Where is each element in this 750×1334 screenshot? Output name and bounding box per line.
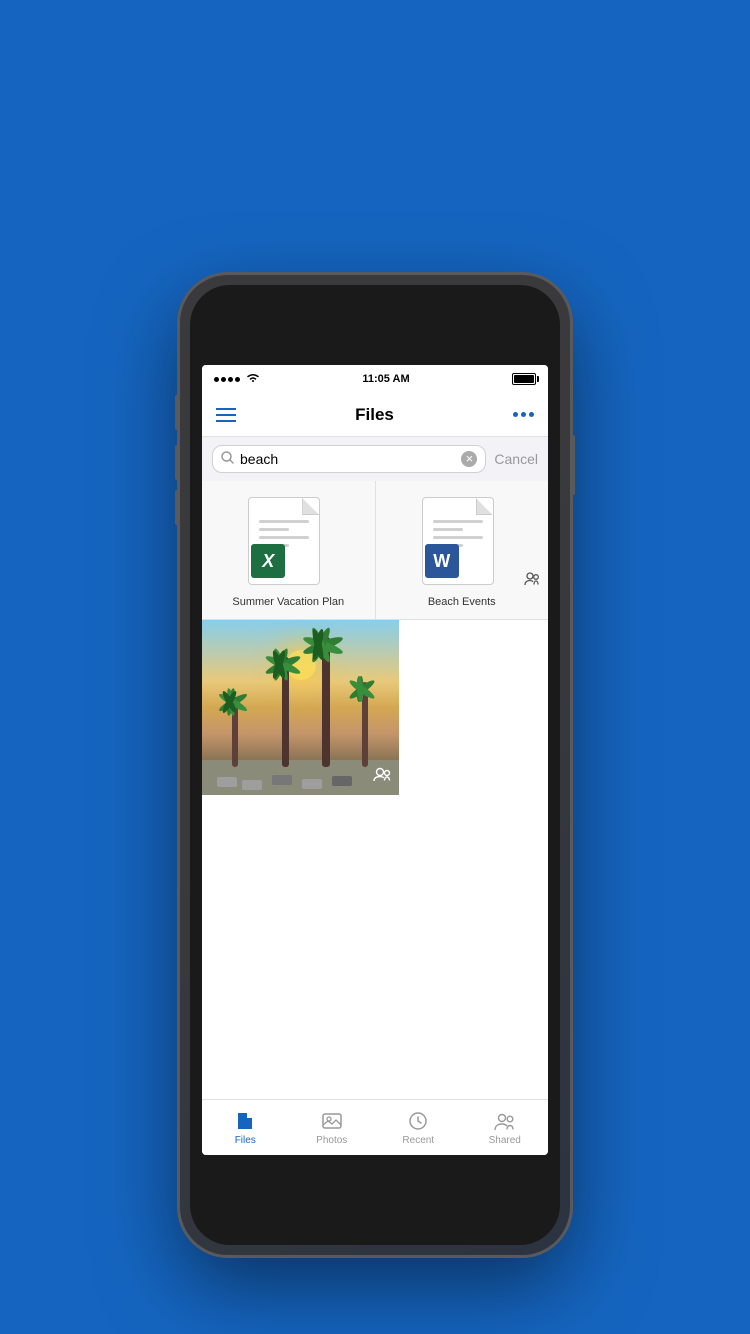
signal-area bbox=[214, 372, 260, 386]
file-item-excel[interactable]: X Summer Vacation Plan bbox=[202, 481, 376, 619]
doc-line-1 bbox=[259, 520, 309, 523]
excel-file-icon: X bbox=[248, 497, 328, 587]
signal-dot-4 bbox=[235, 377, 240, 382]
status-bar: 11:05 AM bbox=[202, 365, 548, 393]
doc-line-w1 bbox=[433, 520, 483, 523]
signal-dot-3 bbox=[228, 377, 233, 382]
nav-title: Files bbox=[355, 405, 394, 425]
word-file-icon: W bbox=[422, 497, 502, 587]
car-1 bbox=[217, 777, 237, 787]
signal-dot-1 bbox=[214, 377, 219, 382]
signal-dot-2 bbox=[221, 377, 226, 382]
palm-tree-1 bbox=[232, 697, 238, 767]
phone-screen: 11:05 AM Files bbox=[202, 365, 548, 1155]
tab-shared-label: Shared bbox=[489, 1135, 521, 1146]
file-item-word[interactable]: W Beach Events bbox=[376, 481, 549, 619]
car-5 bbox=[332, 776, 352, 786]
file-grid: X Summer Vacation Plan bbox=[202, 481, 548, 620]
search-value: beach bbox=[240, 451, 455, 467]
nav-bar: Files bbox=[202, 393, 548, 437]
clock: 11:05 AM bbox=[362, 373, 409, 385]
tab-recent-label: Recent bbox=[402, 1135, 434, 1146]
more-button[interactable] bbox=[513, 412, 534, 417]
tab-files-label: Files bbox=[235, 1135, 256, 1146]
palm-tree-2 bbox=[282, 657, 289, 767]
doc-line-2 bbox=[259, 528, 289, 531]
palm-tree-4 bbox=[362, 682, 368, 767]
beach-photo-item[interactable] bbox=[202, 620, 548, 795]
doc-paper-word: W bbox=[422, 497, 494, 585]
search-clear-button[interactable] bbox=[461, 451, 477, 467]
volume-down-button bbox=[175, 490, 180, 525]
beach-photo bbox=[202, 620, 399, 795]
battery-fill bbox=[514, 375, 534, 383]
shared-badge bbox=[524, 572, 540, 591]
file-name-word: Beach Events bbox=[428, 595, 496, 609]
cancel-button[interactable]: Cancel bbox=[494, 451, 538, 467]
more-dot-2 bbox=[521, 412, 526, 417]
results-area: X Summer Vacation Plan bbox=[202, 481, 548, 1099]
battery-area bbox=[512, 373, 536, 385]
search-icon bbox=[221, 451, 234, 467]
menu-line-2 bbox=[216, 414, 236, 416]
palm-tree-3 bbox=[322, 637, 330, 767]
more-dot-3 bbox=[529, 412, 534, 417]
phone-device: 11:05 AM Files bbox=[180, 275, 570, 1255]
tab-files[interactable]: Files bbox=[202, 1100, 289, 1155]
wifi-icon bbox=[246, 372, 260, 386]
excel-badge: X bbox=[251, 544, 285, 578]
files-icon bbox=[234, 1110, 256, 1132]
tab-shared[interactable]: Shared bbox=[462, 1100, 549, 1155]
doc-line-3 bbox=[259, 536, 309, 539]
tab-recent[interactable]: Recent bbox=[375, 1100, 462, 1155]
search-input-wrap[interactable]: beach bbox=[212, 445, 486, 473]
doc-paper-excel: X bbox=[248, 497, 320, 585]
photo-shared-icon bbox=[373, 767, 391, 787]
car-4 bbox=[302, 779, 322, 789]
battery-icon bbox=[512, 373, 536, 385]
doc-line-w3 bbox=[433, 536, 483, 539]
menu-line-3 bbox=[216, 420, 236, 422]
tab-photos-label: Photos bbox=[316, 1135, 347, 1146]
phone-front: 11:05 AM Files bbox=[190, 285, 560, 1245]
recent-icon bbox=[407, 1110, 429, 1132]
menu-line-1 bbox=[216, 408, 236, 410]
tab-photos[interactable]: Photos bbox=[289, 1100, 376, 1155]
file-name-excel: Summer Vacation Plan bbox=[232, 595, 344, 609]
word-badge: W bbox=[425, 544, 459, 578]
car-2 bbox=[242, 780, 262, 790]
doc-line-w2 bbox=[433, 528, 463, 531]
shared-icon bbox=[494, 1110, 516, 1132]
more-dot-1 bbox=[513, 412, 518, 417]
tab-bar: Files Photos Recent bbox=[202, 1099, 548, 1155]
search-bar-container: beach Cancel bbox=[202, 437, 548, 481]
volume-up-button bbox=[175, 445, 180, 480]
car-3 bbox=[272, 775, 292, 785]
photos-icon bbox=[321, 1110, 343, 1132]
signal-dots bbox=[214, 377, 240, 382]
menu-button[interactable] bbox=[216, 408, 236, 422]
